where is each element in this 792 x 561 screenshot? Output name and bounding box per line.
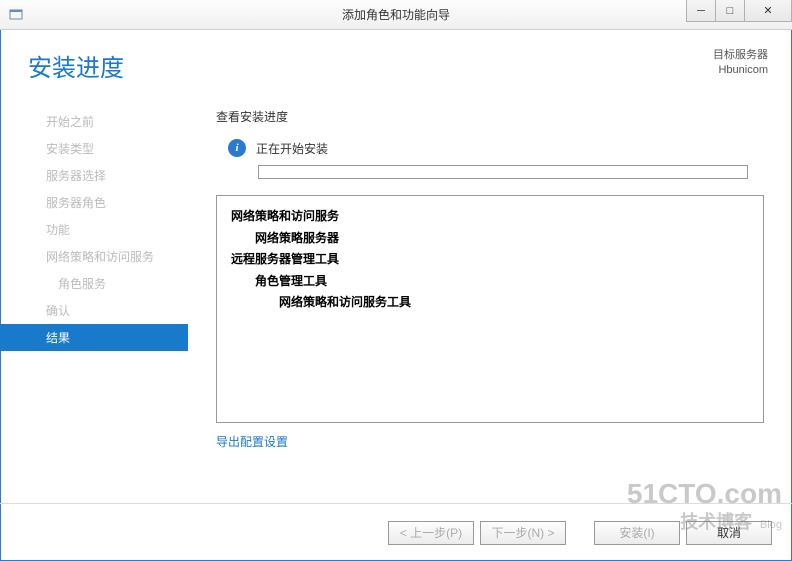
sidebar-item-confirm: 确认 bbox=[0, 297, 188, 324]
next-button[interactable]: 下一步(N) > bbox=[480, 521, 566, 545]
sidebar-item-nps: 网络策略和访问服务 bbox=[0, 243, 188, 270]
previous-button[interactable]: < 上一步(P) bbox=[388, 521, 474, 545]
dest-name: Hbunicom bbox=[713, 63, 768, 78]
window-controls: ─ □ ✕ bbox=[687, 0, 792, 22]
sidebar-item-before-begin: 开始之前 bbox=[0, 108, 188, 135]
section-label: 查看安装进度 bbox=[216, 108, 768, 125]
titlebar: 添加角色和功能向导 ─ □ ✕ bbox=[0, 0, 792, 30]
content-pane: 查看安装进度 i 正在开始安装 网络策略和访问服务 网络策略服务器 远程服务器管… bbox=[188, 100, 792, 491]
progress-bar bbox=[258, 165, 748, 179]
dest-label: 目标服务器 bbox=[713, 48, 768, 63]
sidebar-item-features: 功能 bbox=[0, 216, 188, 243]
page-title: 安装进度 bbox=[28, 48, 124, 83]
feature-item: 角色管理工具 bbox=[231, 271, 749, 293]
status-text: 正在开始安装 bbox=[256, 140, 328, 157]
sidebar-item-results: 结果 bbox=[0, 324, 188, 351]
sidebar-item-server-roles: 服务器角色 bbox=[0, 189, 188, 216]
minimize-button[interactable]: ─ bbox=[686, 0, 716, 22]
app-icon bbox=[8, 7, 24, 23]
feature-group: 远程服务器管理工具 bbox=[231, 249, 749, 271]
install-button[interactable]: 安装(I) bbox=[594, 521, 680, 545]
close-button[interactable]: ✕ bbox=[744, 0, 792, 22]
sidebar-item-install-type: 安装类型 bbox=[0, 135, 188, 162]
destination-server: 目标服务器 Hbunicom bbox=[713, 48, 768, 79]
info-icon: i bbox=[228, 139, 246, 157]
maximize-button[interactable]: □ bbox=[715, 0, 745, 22]
export-config-link[interactable]: 导出配置设置 bbox=[216, 433, 768, 450]
header: 安装进度 目标服务器 Hbunicom bbox=[0, 30, 792, 100]
cancel-button[interactable]: 取消 bbox=[686, 521, 772, 545]
feature-list: 网络策略和访问服务 网络策略服务器 远程服务器管理工具 角色管理工具 网络策略和… bbox=[216, 195, 764, 423]
sidebar-item-server-select: 服务器选择 bbox=[0, 162, 188, 189]
wizard-footer: < 上一步(P) 下一步(N) > 安装(I) 取消 bbox=[0, 503, 792, 561]
window-title: 添加角色和功能向导 bbox=[342, 6, 450, 23]
feature-item: 网络策略服务器 bbox=[231, 228, 749, 250]
wizard-sidebar: 开始之前 安装类型 服务器选择 服务器角色 功能 网络策略和访问服务 角色服务 … bbox=[0, 100, 188, 491]
sidebar-item-role-services: 角色服务 bbox=[0, 270, 188, 297]
feature-group: 网络策略和访问服务 bbox=[231, 206, 749, 228]
feature-item: 网络策略和访问服务工具 bbox=[231, 292, 749, 314]
